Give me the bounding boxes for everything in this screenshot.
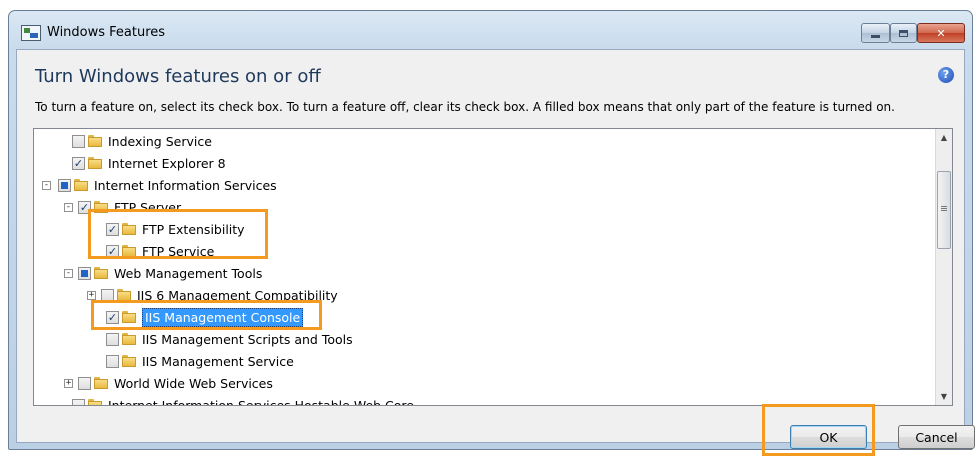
tree-item-label: Internet Information Services	[94, 177, 277, 193]
tree-item-label: FTP Server	[114, 199, 182, 215]
tree-item[interactable]: ✓ FTP Extensibility	[106, 218, 245, 240]
checkbox[interactable]	[58, 178, 71, 192]
checkbox[interactable]	[72, 398, 85, 405]
checkbox[interactable]	[106, 354, 119, 368]
checkbox[interactable]	[78, 376, 91, 390]
folder-icon	[88, 157, 102, 169]
tree-item[interactable]: Indexing Service	[58, 130, 212, 152]
tree-item-label: Internet Information Services Hostable W…	[108, 397, 414, 406]
vertical-scrollbar[interactable]: ▲ ▼	[935, 129, 952, 405]
folder-icon	[94, 377, 108, 389]
windows-features-icon	[21, 25, 41, 41]
checkbox[interactable]	[106, 332, 119, 346]
tree-item-label: IIS Management Scripts and Tools	[142, 331, 353, 347]
close-button[interactable]: ✕	[917, 23, 965, 43]
folder-icon	[122, 333, 136, 345]
page-title: Turn Windows features on or off	[35, 66, 321, 87]
tree-item-label: Web Management Tools	[114, 265, 263, 281]
checkbox[interactable]	[78, 266, 91, 280]
tree-item-label: World Wide Web Services	[114, 375, 273, 391]
folder-icon	[122, 355, 136, 367]
tree-item[interactable]: - ✓ FTP Server	[64, 196, 181, 218]
instructions-text: To turn a feature on, select its check b…	[35, 100, 895, 114]
window-title: Windows Features	[47, 25, 166, 40]
collapse-icon[interactable]: -	[64, 202, 73, 212]
windows-features-dialog: Windows Features ✕ Turn Windows features…	[8, 10, 975, 450]
minimize-button[interactable]	[861, 23, 890, 43]
folder-icon	[94, 201, 108, 213]
scroll-thumb[interactable]	[937, 171, 951, 249]
checkbox[interactable]: ✓	[106, 244, 119, 258]
minimize-icon	[871, 34, 880, 38]
tree-item-label: IIS Management Service	[142, 353, 294, 369]
checkbox[interactable]: ✓	[72, 156, 85, 170]
tree-item[interactable]: - Web Management Tools	[64, 262, 262, 284]
tree-item[interactable]: + IIS 6 Management Compatibility	[87, 284, 338, 306]
tree-item-label: FTP Extensibility	[142, 221, 245, 237]
folder-icon	[88, 399, 102, 405]
scroll-down-icon[interactable]: ▼	[936, 388, 952, 405]
title-bar[interactable]: Windows Features ✕	[9, 11, 972, 49]
folder-icon	[117, 289, 131, 301]
tree-item-label: IIS Management Console	[142, 307, 304, 327]
folder-icon	[122, 245, 136, 257]
folder-icon	[122, 223, 136, 235]
checkbox[interactable]: ✓	[106, 222, 119, 236]
maximize-button[interactable]	[890, 23, 917, 43]
expand-icon[interactable]: +	[64, 378, 73, 388]
ok-button[interactable]: OK	[790, 425, 867, 449]
dialog-content: Turn Windows features on or off ? To tur…	[16, 49, 975, 449]
checkbox[interactable]	[72, 134, 85, 148]
expand-icon[interactable]: +	[87, 290, 96, 300]
checkbox[interactable]	[101, 288, 114, 302]
tree-item[interactable]: + World Wide Web Services	[64, 372, 273, 394]
folder-icon	[94, 267, 108, 279]
cancel-button[interactable]: Cancel	[898, 425, 975, 449]
tree-item[interactable]: - Internet Information Services	[42, 174, 277, 196]
tree-item[interactable]: ✓ FTP Service	[106, 240, 214, 262]
tree-item-label: IIS 6 Management Compatibility	[137, 287, 338, 303]
checkbox[interactable]: ✓	[78, 200, 91, 214]
collapse-icon[interactable]: -	[42, 180, 51, 190]
tree-item[interactable]: Internet Information Services Hostable W…	[58, 394, 414, 406]
tree-item-label: Indexing Service	[108, 133, 212, 149]
folder-icon	[74, 179, 88, 191]
tree-item-label: Internet Explorer 8	[108, 155, 226, 171]
maximize-icon	[899, 29, 908, 37]
close-icon: ✕	[936, 26, 946, 40]
tree-item-label: FTP Service	[142, 243, 215, 259]
scroll-up-icon[interactable]: ▲	[936, 129, 952, 146]
tree-item[interactable]: IIS Management Service	[106, 350, 294, 372]
features-tree[interactable]: Indexing Service ✓ Internet Explorer 8 -…	[33, 128, 953, 406]
help-icon[interactable]: ?	[938, 67, 954, 83]
checkbox[interactable]: ✓	[106, 310, 119, 324]
tree-item[interactable]: IIS Management Scripts and Tools	[106, 328, 353, 350]
collapse-icon[interactable]: -	[64, 268, 73, 278]
folder-icon	[88, 135, 102, 147]
folder-icon	[122, 311, 136, 323]
tree-item-selected[interactable]: ✓ IIS Management Console	[106, 306, 304, 328]
tree-item[interactable]: ✓ Internet Explorer 8	[58, 152, 226, 174]
